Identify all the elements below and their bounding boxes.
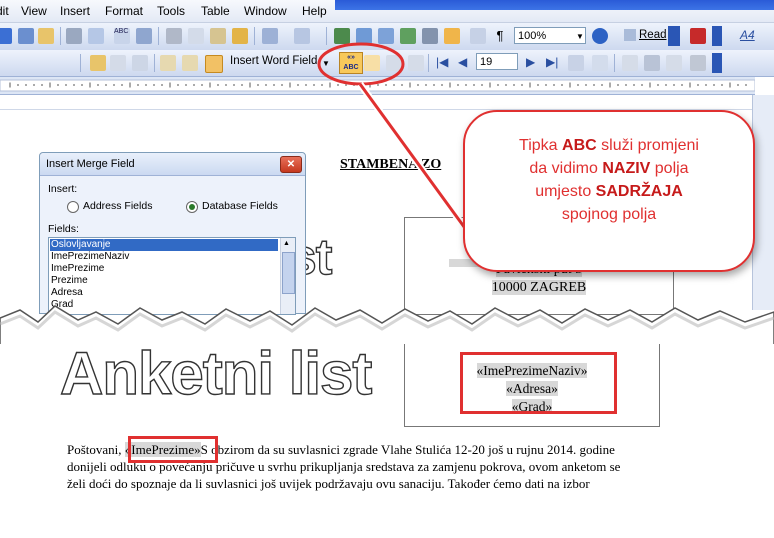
explanation-callout: Tipka ABC služi promjeni da vidimo NAZIV…	[463, 110, 755, 272]
abc-button-circle	[317, 42, 405, 86]
arrow-line	[358, 83, 472, 236]
callout-text: Tipka ABC služi promjeni da vidimo NAZIV…	[519, 137, 699, 223]
